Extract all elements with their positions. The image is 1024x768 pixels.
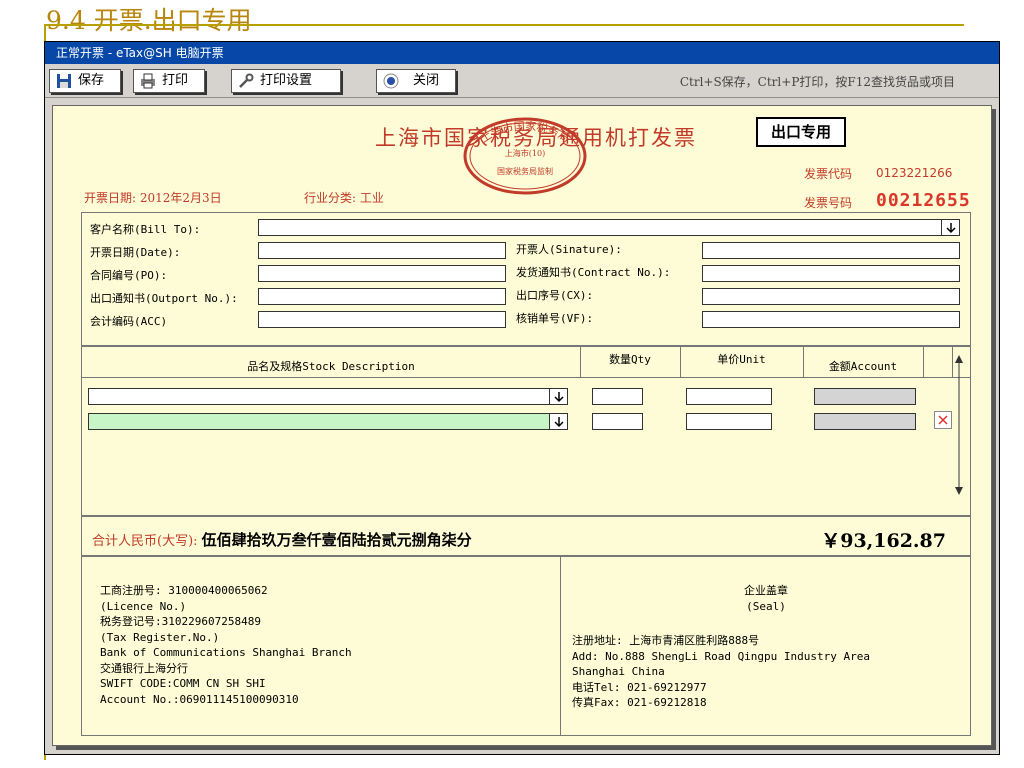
footer-left-line: 工商注册号: 310000400065062 <box>100 584 268 597</box>
print-button[interactable]: 打印 <box>133 69 205 93</box>
customer-label: 客户名称(Bill To): <box>90 223 201 236</box>
footer-left-line: (Tax Register.No.) <box>100 630 220 644</box>
invoice-form: 上海市国家税务局通用机打发票 上海市国家税务局 上海市(10) 国家税务局监制 … <box>52 105 992 746</box>
unit-price-header: 单价Unit <box>717 353 766 366</box>
total-label-text: 合计人民币(大写): <box>92 534 198 549</box>
toolbar: 保存 打印 打印设置 关闭 Ctrl+S保存，Ctrl+P打印，按F12查找货品… <box>45 64 999 98</box>
seal-label: 企业盖章 <box>744 584 788 597</box>
company-registration-block: 工商注册号: 310000400065062 (Licence No.) 税务登… <box>82 557 561 735</box>
date-input[interactable] <box>258 242 506 259</box>
chevron-down-icon[interactable] <box>549 414 567 429</box>
amount-header: 金额Account <box>828 360 898 373</box>
tax-seal-stamp: 上海市国家税务局 上海市(10) 国家税务局监制 <box>461 116 589 196</box>
po-input[interactable] <box>258 265 506 282</box>
print-icon <box>140 73 156 89</box>
total-section: 合计人民币(大写): 伍佰肆拾玖万叁仟壹佰陆拾贰元捌角柒分 ￥93,162.87 <box>81 516 971 556</box>
footer-left-line: 税务登记号:310229607258489 <box>100 615 261 628</box>
svg-text:国家税务局监制: 国家税务局监制 <box>497 166 553 176</box>
invoice-code-label: 发票代码 <box>804 167 853 181</box>
footer-left-line: Bank of Communications Shanghai Branch <box>100 646 352 659</box>
print-label: 打印 <box>162 73 189 88</box>
footer-left-line: SWIFT CODE:COMM CN SH SHI <box>100 677 266 690</box>
address-lines: 注册地址: 上海市青浦区胜利路888号 Add: No.888 ShengLi … <box>572 633 870 711</box>
shortcut-hint: Ctrl+S保存，Ctrl+P打印，按F12查找货品或项目 <box>679 75 955 89</box>
issue-date: 开票日期: 2012年2月3日 <box>84 191 222 205</box>
unit-price-input-row-2[interactable] <box>686 413 772 430</box>
footer-right-line: 注册地址: 上海市青浦区胜利路888号 <box>572 634 760 647</box>
amount-field-row-2 <box>814 413 916 430</box>
date-label: 开票日期(Date): <box>90 246 181 259</box>
amount-field-row-1 <box>814 388 916 405</box>
acc-input[interactable] <box>258 311 506 328</box>
chevron-down-icon[interactable] <box>549 389 567 404</box>
save-button[interactable]: 保存 <box>49 69 121 93</box>
contract-input[interactable] <box>702 265 960 282</box>
cx-label: 出口序号(CX): <box>516 289 594 302</box>
sinature-label: 开票人(Sinature): <box>516 243 622 256</box>
goods-table: 品名及规格Stock Description 数量Qty 单价Unit 金额Ac… <box>81 346 971 516</box>
delete-row-icon[interactable] <box>934 411 952 429</box>
description-select-row-1[interactable] <box>88 388 568 405</box>
outport-label: 出口通知书(Outport No.): <box>90 292 238 305</box>
goods-scrollbar[interactable] <box>952 353 966 497</box>
total-label: 合计人民币(大写): 伍佰肆拾玖万叁仟壹佰陆拾贰元捌角柒分 <box>92 529 472 550</box>
total-amount-words: 伍佰肆拾玖万叁仟壹佰陆拾贰元捌角柒分 <box>201 531 472 549</box>
invoice-number-value: 00212655 <box>876 190 971 211</box>
description-select-row-2[interactable] <box>88 413 568 430</box>
print-settings-button[interactable]: 打印设置 <box>231 69 341 93</box>
sinature-input[interactable] <box>702 242 960 259</box>
footer-left-line: Account No.:069011145100090310 <box>100 692 299 706</box>
chevron-down-icon[interactable] <box>941 220 959 235</box>
company-info-section: 工商注册号: 310000400065062 (Licence No.) 税务登… <box>81 556 971 736</box>
po-label: 合同编号(PO): <box>90 269 168 282</box>
close-button[interactable]: 关闭 <box>376 69 456 93</box>
invoice-number-label: 发票号码 <box>804 196 853 210</box>
title-rule <box>44 24 964 26</box>
outport-input[interactable] <box>258 288 506 305</box>
save-label: 保存 <box>78 73 105 88</box>
unit-price-input-row-1[interactable] <box>686 388 772 405</box>
footer-left-line: 交通银行上海分行 <box>100 661 188 675</box>
svg-text:上海市(10): 上海市(10) <box>505 148 545 158</box>
description-header: 品名及规格Stock Description <box>247 360 415 373</box>
vf-input[interactable] <box>702 311 960 328</box>
company-address-block: 企业盖章 (Seal) 注册地址: 上海市青浦区胜利路888号 Add: No.… <box>562 557 970 735</box>
window-title: 正常开票 - eTax@SH 电脑开票 <box>45 42 999 64</box>
wrench-icon <box>238 73 254 89</box>
app-window: 正常开票 - eTax@SH 电脑开票 保存 打印 打印设置 关闭 Ctrl+S… <box>44 41 1000 755</box>
close-icon <box>383 73 399 89</box>
customer-select[interactable] <box>258 219 960 236</box>
footer-right-line: Add: No.888 ShengLi Road Qingpu Industry… <box>572 649 871 663</box>
export-badge: 出口专用 <box>756 117 846 147</box>
contract-label: 发货通知书(Contract No.): <box>516 266 671 279</box>
seal-label-en: (Seal) <box>746 600 786 613</box>
customer-info-section: 客户名称(Bill To): 开票日期(Date): 开票人(Sinature)… <box>81 212 971 346</box>
footer-left-line: (Licence No.) <box>100 599 187 613</box>
industry-category: 行业分类: 工业 <box>304 191 384 205</box>
qty-input-row-1[interactable] <box>592 388 643 405</box>
qty-header: 数量Qty <box>609 353 651 366</box>
qty-input-row-2[interactable] <box>592 413 643 430</box>
footer-right-line: 电话Tel: 021-69212977 <box>572 680 707 694</box>
print-settings-label: 打印设置 <box>260 73 313 88</box>
slide-title: 9.4 开票.出口专用 <box>46 6 252 35</box>
acc-label: 会计编码(ACC) <box>90 315 168 328</box>
cx-input[interactable] <box>702 288 960 305</box>
footer-right-line: 传真Fax: 021-69212818 <box>572 696 707 709</box>
save-icon <box>56 73 72 89</box>
invoice-code-value: 0123221266 <box>876 166 953 180</box>
footer-right-line: Shanghai China <box>572 665 665 678</box>
total-amount: ￥93,162.87 <box>821 530 946 552</box>
close-label: 关闭 <box>413 73 440 88</box>
vf-label: 核销单号(VF): <box>516 312 594 325</box>
